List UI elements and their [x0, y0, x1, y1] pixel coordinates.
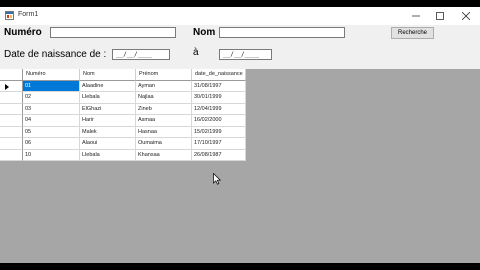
grid-corner-header[interactable]: [0, 69, 23, 81]
mouse-cursor-icon: [213, 173, 221, 185]
table-cell[interactable]: Ayman: [136, 80, 192, 92]
minimize-icon: [412, 15, 420, 17]
table-row[interactable]: 01 Alaadine Ayman 31/08/1997: [0, 80, 246, 92]
table-cell[interactable]: 05: [23, 126, 80, 138]
table-cell[interactable]: 17/10/1997: [192, 138, 246, 150]
date-naissance-label: Date de naissance de :: [4, 49, 107, 60]
form1-window: Form1 Numéro Nom Recherche Date de naiss…: [0, 7, 480, 263]
column-header-prenom[interactable]: Prénom: [136, 69, 192, 81]
table-row[interactable]: 06 Alaoui Oumaima 17/10/1997: [0, 138, 246, 150]
table-cell[interactable]: 04: [23, 115, 80, 127]
row-header[interactable]: [0, 80, 23, 92]
table-cell[interactable]: 10: [23, 149, 80, 161]
table-cell[interactable]: 02: [23, 92, 80, 104]
table-cell[interactable]: Najlaa: [136, 92, 192, 104]
datagridview-area[interactable]: Numéro Nom Prénom date_de_naissance 01 A…: [0, 69, 480, 263]
app-icon: [5, 11, 14, 20]
table-row[interactable]: 03 ElGhazi Zineb 12/04/1999: [0, 103, 246, 115]
column-header-nom[interactable]: Nom: [80, 69, 136, 81]
nom-label: Nom: [193, 27, 216, 38]
table-row[interactable]: 04 Harir Asmaa 16/02/2000: [0, 115, 246, 127]
table-row[interactable]: 10 Llebala Khansaa 26/08/1987: [0, 149, 246, 161]
minimize-button[interactable]: [404, 7, 428, 25]
table-cell[interactable]: Llebala: [80, 92, 136, 104]
table-cell[interactable]: 30/01/1999: [192, 92, 246, 104]
row-header[interactable]: [0, 138, 23, 150]
row-header[interactable]: [0, 149, 23, 161]
column-header-numero[interactable]: Numéro: [23, 69, 80, 81]
datagridview[interactable]: Numéro Nom Prénom date_de_naissance 01 A…: [0, 69, 246, 161]
a-label: à: [193, 47, 199, 58]
table-cell[interactable]: Khansaa: [136, 149, 192, 161]
table-row[interactable]: 02 Llebala Najlaa 30/01/1999: [0, 92, 246, 104]
table-cell[interactable]: Hasnaa: [136, 126, 192, 138]
window-title: Form1: [18, 11, 39, 18]
maximize-icon: [436, 12, 444, 20]
table-cell[interactable]: Alaoui: [80, 138, 136, 150]
table-cell[interactable]: 31/08/1997: [192, 80, 246, 92]
title-bar[interactable]: Form1: [0, 7, 480, 25]
table-cell[interactable]: Alaadine: [80, 80, 136, 92]
table-cell[interactable]: 03: [23, 103, 80, 115]
table-cell[interactable]: Harir: [80, 115, 136, 127]
row-header[interactable]: [0, 92, 23, 104]
close-icon: [462, 12, 470, 20]
row-header[interactable]: [0, 126, 23, 138]
table-cell[interactable]: 16/02/2000: [192, 115, 246, 127]
table-cell[interactable]: Zineb: [136, 103, 192, 115]
current-row-arrow-icon: [5, 83, 9, 90]
table-cell[interactable]: Asmaa: [136, 115, 192, 127]
close-button[interactable]: [454, 7, 478, 25]
table-cell[interactable]: ElGhazi: [80, 103, 136, 115]
numero-label: Numéro: [4, 27, 42, 38]
table-cell[interactable]: 06: [23, 138, 80, 150]
date-from-input[interactable]: __/__/____: [112, 49, 170, 60]
recherche-button[interactable]: Recherche: [391, 27, 434, 39]
table-cell[interactable]: Malek: [80, 126, 136, 138]
table-cell[interactable]: 26/08/1987: [192, 149, 246, 161]
row-header[interactable]: [0, 115, 23, 127]
grid-header-row: Numéro Nom Prénom date_de_naissance: [0, 69, 246, 81]
table-cell[interactable]: 01: [23, 80, 80, 92]
table-cell[interactable]: 15/02/1999: [192, 126, 246, 138]
column-header-date-de-naissance[interactable]: date_de_naissance: [192, 69, 246, 81]
table-row[interactable]: 05 Malek Hasnaa 15/02/1999: [0, 126, 246, 138]
row-header[interactable]: [0, 103, 23, 115]
maximize-button[interactable]: [428, 7, 452, 25]
numero-input[interactable]: [50, 27, 176, 38]
table-cell[interactable]: Llebala: [80, 149, 136, 161]
nom-input[interactable]: [219, 27, 345, 38]
table-cell[interactable]: Oumaima: [136, 138, 192, 150]
table-cell[interactable]: 12/04/1999: [192, 103, 246, 115]
date-to-input[interactable]: __/__/____: [219, 49, 272, 60]
